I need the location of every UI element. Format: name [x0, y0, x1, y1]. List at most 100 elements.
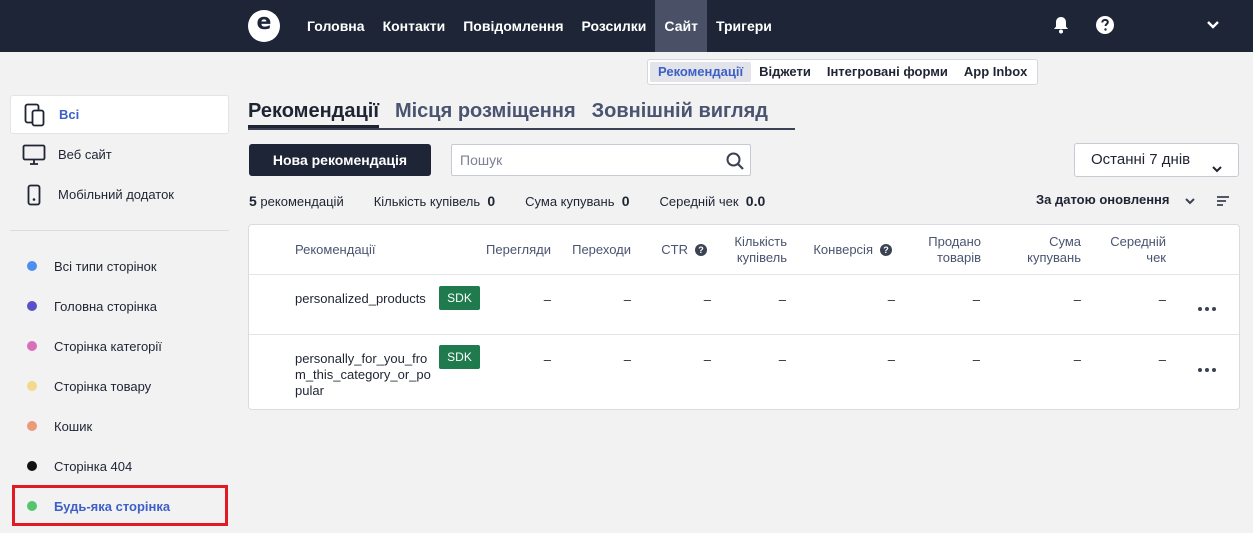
- sidebar-item-mobile-app[interactable]: Мобільний додаток: [10, 175, 229, 214]
- cell-sum: –: [1073, 292, 1081, 307]
- recommendation-name[interactable]: personally_for_you_from_this_category_or…: [295, 351, 431, 399]
- page-type-label: Сторінка 404: [54, 458, 133, 474]
- column-header-clicks[interactable]: Переходи: [551, 225, 631, 275]
- chevron-down-icon[interactable]: [1184, 195, 1196, 207]
- cell-avg: –: [1158, 292, 1166, 307]
- sidebar-divider: [10, 230, 229, 231]
- more-options-icon[interactable]: [1197, 300, 1217, 311]
- period-value: Останні 7 днів: [1091, 151, 1191, 168]
- nav-item-site[interactable]: Сайт: [655, 0, 707, 52]
- devices-icon: [23, 103, 47, 127]
- more-options-icon[interactable]: [1197, 361, 1217, 372]
- monitor-icon: [22, 143, 46, 167]
- question-icon[interactable]: ?: [695, 244, 707, 256]
- stat-sum: Сума купувань 0: [525, 193, 630, 209]
- page-type-product[interactable]: Сторінка товару: [18, 374, 228, 398]
- sidebar-item-all[interactable]: Всі: [10, 95, 229, 134]
- page-type-category[interactable]: Сторінка категорії: [18, 334, 228, 358]
- cell-clicks: –: [623, 292, 631, 307]
- chevron-down-icon: [1211, 155, 1223, 173]
- column-header-sold-label: Продано товарів: [928, 234, 981, 265]
- column-header-name[interactable]: Рекомендації: [295, 225, 415, 275]
- column-header-purchases-label: Кількість купівель: [734, 234, 787, 265]
- stat-count: 5 рекомендацій: [249, 193, 344, 209]
- search-input[interactable]: [460, 145, 720, 175]
- subnav-app-inbox[interactable]: App Inbox: [956, 62, 1036, 82]
- sort-dropdown[interactable]: За датою оновлення: [1036, 192, 1169, 210]
- logo-icon[interactable]: e: [248, 10, 280, 42]
- column-header-sum[interactable]: Сума купувань: [981, 225, 1081, 275]
- phone-icon: [22, 183, 46, 207]
- nav-item-triggers[interactable]: Тригери: [707, 0, 781, 52]
- sidebar-item-label: Мобільний додаток: [58, 187, 174, 202]
- sort-order-icon[interactable]: [1216, 195, 1230, 207]
- stat-buyers: Кількість купівель 0: [373, 193, 496, 209]
- table-divider: [249, 274, 1239, 275]
- column-header-conversion[interactable]: Конверсія?: [787, 225, 892, 275]
- sdk-badge: SDK: [439, 345, 480, 369]
- nav-item-messages[interactable]: Повідомлення: [454, 0, 572, 52]
- cell-views: –: [543, 352, 551, 367]
- table-divider: [249, 334, 1239, 335]
- cell-ctr: –: [703, 292, 711, 307]
- column-header-sold[interactable]: Продано товарів: [892, 225, 981, 275]
- stats-bar: 5 рекомендацій Кількість купівель 0 Сума…: [249, 192, 795, 210]
- cell-sold: –: [972, 352, 980, 367]
- cell-views: –: [543, 292, 551, 307]
- recommendation-name[interactable]: personalized_products: [295, 291, 431, 307]
- column-header-conversion-label: Конверсія: [813, 242, 873, 257]
- nav-item-campaigns[interactable]: Розсилки: [573, 0, 656, 52]
- tab-recommendations[interactable]: Рекомендації: [248, 98, 379, 128]
- column-header-avg-label: Середній чек: [1110, 234, 1166, 265]
- sidebar-item-website[interactable]: Веб сайт: [10, 135, 229, 174]
- page-type-home[interactable]: Головна сторінка: [18, 294, 228, 318]
- period-dropdown[interactable]: Останні 7 днів: [1074, 143, 1239, 177]
- nav-item-contacts[interactable]: Контакти: [374, 0, 455, 52]
- column-header-views[interactable]: Перегляди: [471, 225, 551, 275]
- chevron-down-icon[interactable]: [1204, 16, 1224, 36]
- page-type-label: Сторінка категорії: [54, 338, 162, 354]
- help-icon[interactable]: [1095, 15, 1115, 35]
- stat-avg: Середній чек 0.0: [659, 193, 766, 209]
- cell-clicks: –: [623, 352, 631, 367]
- column-header-avg[interactable]: Середній чек: [1081, 225, 1166, 275]
- subnav-embedded-forms[interactable]: Інтегровані форми: [819, 62, 956, 82]
- subnav-widgets[interactable]: Віджети: [751, 62, 819, 82]
- tab-appearance[interactable]: Зовнішній вигляд: [592, 98, 768, 128]
- cell-purchases: –: [778, 292, 786, 307]
- cell-conversion: –: [887, 352, 895, 367]
- page-type-404[interactable]: Сторінка 404: [18, 454, 228, 478]
- cell-purchases: –: [778, 352, 786, 367]
- column-header-ctr-label: CTR: [661, 242, 688, 257]
- highlight-box: [12, 485, 228, 526]
- page-type-all[interactable]: Всі типи сторінок: [18, 254, 228, 278]
- column-header-sum-label: Сума купувань: [1027, 234, 1081, 265]
- search-box: [451, 144, 751, 176]
- column-header-ctr[interactable]: CTR?: [631, 225, 707, 275]
- bell-icon[interactable]: [1051, 15, 1071, 35]
- search-icon[interactable]: [725, 151, 745, 171]
- main-nav: Головна Контакти Повідомлення Розсилки С…: [298, 0, 781, 52]
- new-recommendation-button[interactable]: Нова рекомендація: [249, 144, 431, 176]
- cell-ctr: –: [703, 352, 711, 367]
- subnav-recommendations[interactable]: Рекомендації: [650, 62, 752, 82]
- page-type-label: Всі типи сторінок: [54, 258, 157, 274]
- color-dot: [27, 421, 37, 431]
- color-dot: [27, 301, 37, 311]
- column-header-purchases[interactable]: Кількість купівель: [707, 225, 787, 275]
- cell-conversion: –: [887, 292, 895, 307]
- tab-placements[interactable]: Місця розміщення: [395, 98, 576, 128]
- page-type-label: Кошик: [54, 418, 93, 434]
- cell-sold: –: [972, 292, 980, 307]
- nav-item-home[interactable]: Головна: [298, 0, 374, 52]
- color-dot: [27, 461, 37, 471]
- cell-avg: –: [1158, 352, 1166, 367]
- color-dot: [27, 341, 37, 351]
- question-icon[interactable]: ?: [880, 244, 892, 256]
- sidebar-item-label: Всі: [59, 107, 80, 122]
- site-subnav: Рекомендації Віджети Інтегровані форми A…: [647, 59, 1039, 85]
- sidebar-item-label: Веб сайт: [58, 147, 112, 162]
- sdk-badge: SDK: [439, 286, 480, 310]
- color-dot: [27, 381, 37, 391]
- page-type-cart[interactable]: Кошик: [18, 414, 228, 438]
